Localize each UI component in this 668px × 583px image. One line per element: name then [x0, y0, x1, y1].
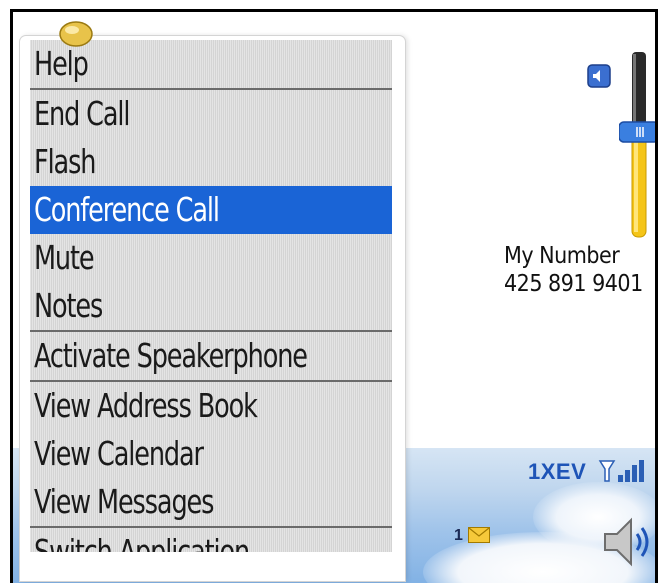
my-number-label: My Number: [504, 243, 620, 269]
menu-item-switch-application[interactable]: Switch Application: [30, 528, 392, 552]
message-count: 1: [454, 527, 463, 544]
menu-item-view-calendar[interactable]: View Calendar: [30, 430, 392, 478]
volume-icon[interactable]: [587, 64, 611, 88]
my-number-value: 425 891 9401: [504, 271, 643, 297]
menu-item-view-messages[interactable]: View Messages: [30, 478, 392, 526]
my-number-block: My Number 425 891 9401: [504, 242, 643, 298]
menu-item-view-address-book[interactable]: View Address Book: [30, 382, 392, 430]
network-indicator: 1XEV: [528, 459, 587, 484]
menu-item-flash[interactable]: Flash: [30, 138, 392, 186]
menu-item-mute[interactable]: Mute: [30, 234, 392, 282]
envelope-icon[interactable]: [468, 527, 490, 543]
speaker-icon[interactable]: [601, 512, 653, 572]
volume-slider[interactable]: [619, 52, 658, 242]
pencil-icon: [59, 21, 93, 47]
menu-item-conference-call[interactable]: Conference Call: [30, 186, 392, 234]
signal-icon: [598, 460, 644, 482]
menu-item-activate-speakerphone[interactable]: Activate Speakerphone: [30, 332, 392, 380]
menu-item-end-call[interactable]: End Call: [30, 90, 392, 138]
context-menu: Help End Call Flash Conference Call Mute…: [20, 36, 405, 581]
menu-item-notes[interactable]: Notes: [30, 282, 392, 330]
